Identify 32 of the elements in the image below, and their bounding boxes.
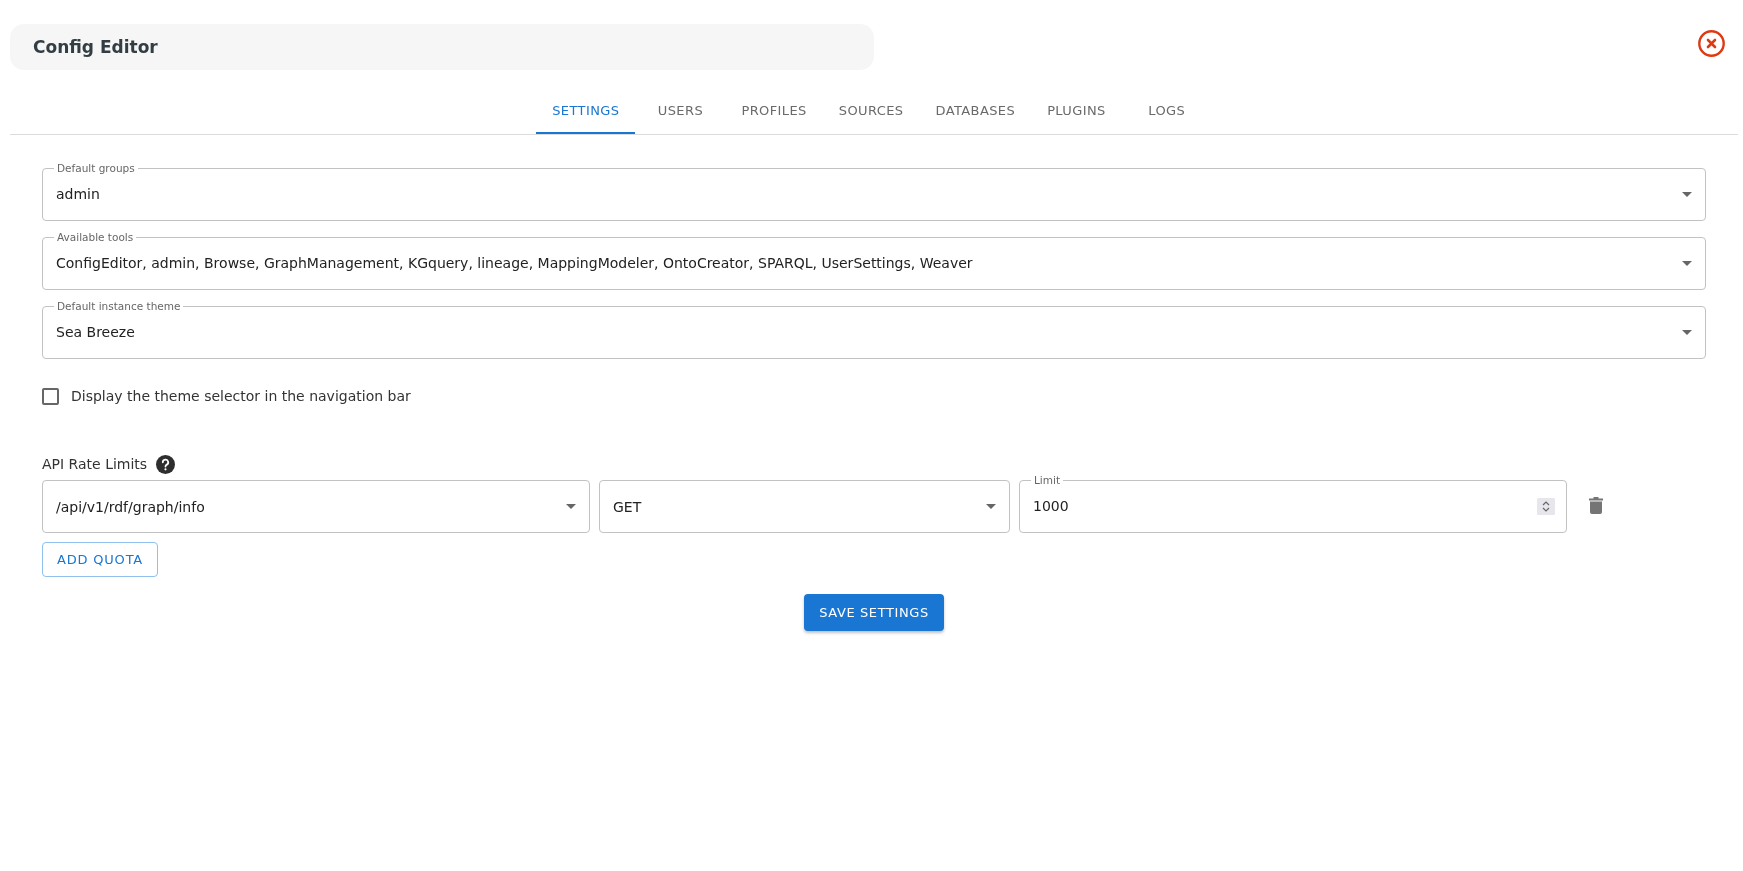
tab[interactable]: LOGS: [1121, 86, 1212, 134]
tab[interactable]: SOURCES: [822, 86, 920, 134]
dropdown-caret-icon[interactable]: [566, 504, 576, 509]
close-icon[interactable]: [1698, 30, 1725, 57]
field-label: Available tools: [56, 231, 135, 243]
field-label: Limit: [1033, 474, 1062, 486]
tab[interactable]: DATABASES: [919, 86, 1032, 134]
section-title: API Rate Limits: [42, 456, 148, 472]
window-title: Config Editor: [33, 37, 158, 57]
checkbox[interactable]: [42, 387, 59, 405]
tab[interactable]: USERS: [635, 86, 726, 134]
checkbox-label[interactable]: Display the theme selector in the navigation bar: [71, 388, 411, 404]
help-icon[interactable]: [156, 454, 176, 474]
select-field[interactable]: /api/v1/rdf/graph/info: [42, 480, 590, 533]
select-field[interactable]: Available tools ConfigEditor, admin, Browse, GraphManagement, KGquery, lineage, MappingModeler, OntoCreator, SPARQL, UserSettings, Weaver: [42, 231, 1706, 290]
field-label: Default instance theme: [56, 300, 182, 312]
dropdown-caret-icon[interactable]: [986, 504, 996, 509]
tab[interactable]: PLUGINS: [1031, 86, 1122, 134]
dropdown-caret-icon[interactable]: [1682, 260, 1692, 266]
field-label: Default groups: [56, 162, 136, 174]
dropdown-caret-icon[interactable]: [1682, 191, 1692, 197]
save-settings-button[interactable]: SAVE SETTINGS: [804, 594, 944, 631]
number-field[interactable]: Limit 1000: [1019, 474, 1567, 533]
trash-icon[interactable]: [1589, 497, 1603, 514]
up-down-chevron-icon[interactable]: [1537, 497, 1555, 515]
select-field[interactable]: Default instance theme Sea Breeze: [42, 300, 1706, 359]
select-field[interactable]: Default groups admin: [42, 162, 1706, 221]
dropdown-caret-icon[interactable]: [1682, 329, 1692, 335]
select-field[interactable]: GET: [599, 480, 1010, 533]
tab[interactable]: PROFILES: [725, 86, 823, 134]
add-quota-button[interactable]: ADD QUOTA: [42, 542, 159, 577]
tab[interactable]: SETTINGS: [536, 86, 636, 134]
